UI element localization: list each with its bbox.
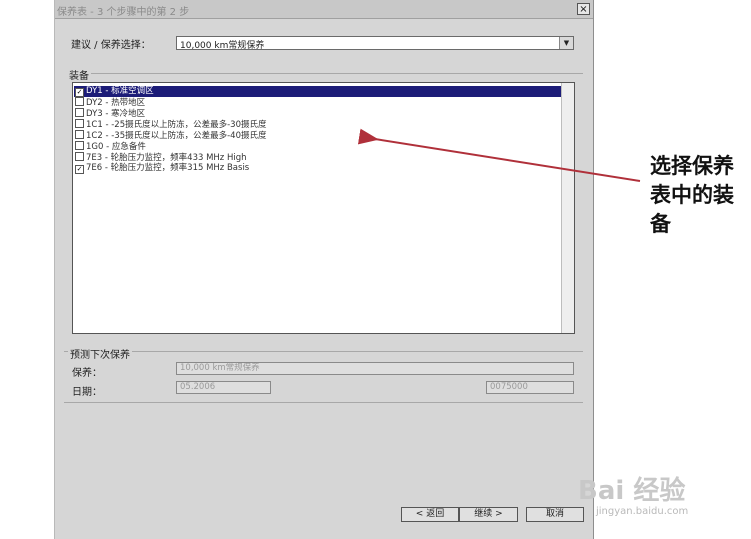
date-label: 日期： xyxy=(72,387,102,398)
checkbox[interactable] xyxy=(75,108,84,117)
suggestion-label: 建议 / 保养选择： xyxy=(71,40,151,51)
equipment-row[interactable]: DY3 - 寒冷地区 xyxy=(74,108,561,119)
equipment-row[interactable]: 7E3 - 轮胎压力监控，频率433 MHz High xyxy=(74,152,561,163)
equipment-label: 1G0 - 应急备件 xyxy=(86,142,146,152)
equipment-label: DY3 - 寒冷地区 xyxy=(86,109,146,119)
checkbox[interactable] xyxy=(75,97,84,106)
group-divider xyxy=(91,73,583,74)
equipment-row[interactable]: ✓ DY1 - 标准空调区 xyxy=(74,86,561,97)
group-divider xyxy=(64,351,583,352)
checkbox[interactable] xyxy=(75,119,84,128)
checkbox[interactable] xyxy=(75,130,84,139)
equipment-label: 7E3 - 轮胎压力监控，频率433 MHz High xyxy=(86,153,247,163)
equipment-group-label: 装备 xyxy=(69,71,89,82)
annotation-text: 选择保养表中的装备 xyxy=(650,154,734,236)
equipment-label: DY1 - 标准空调区 xyxy=(86,86,154,96)
equipment-label: DY2 - 热带地区 xyxy=(86,98,146,108)
service-label: 保养： xyxy=(72,368,102,379)
checkbox[interactable] xyxy=(75,152,84,161)
group-divider xyxy=(64,402,583,403)
equipment-row[interactable]: 1G0 - 应急备件 xyxy=(74,141,561,152)
title-bar: 保养表 - 3 个步骤中的第 2 步 × xyxy=(55,0,593,19)
checkbox[interactable] xyxy=(75,141,84,150)
equipment-label: 1C1 - -25摄氏度以上防冻，公差最多-30摄氏度 xyxy=(86,120,267,130)
window-title: 保养表 - 3 个步骤中的第 2 步 xyxy=(57,7,190,18)
watermark-brand: Bai 经验 xyxy=(578,476,686,506)
service-field: 10,000 km常规保养 xyxy=(176,362,574,375)
scrollbar[interactable] xyxy=(561,83,574,333)
equipment-label: 1C2 - -35摄氏度以上防冻，公差最多-40摄氏度 xyxy=(86,131,267,141)
suggestion-value: 10,000 km常规保养 xyxy=(180,41,265,51)
maintenance-dialog: 保养表 - 3 个步骤中的第 2 步 × 建议 / 保养选择： 10,000 k… xyxy=(54,0,594,539)
distance-field: 0075000 xyxy=(486,381,574,394)
watermark: Bai 经验 jingyan.baidu.com xyxy=(576,458,736,538)
equipment-list[interactable]: ✓ DY1 - 标准空调区 DY2 - 热带地区 DY3 - 寒冷地区 1C1 - -2… xyxy=(72,82,575,334)
next-button[interactable]: 继续 > xyxy=(459,507,518,522)
close-button[interactable]: × xyxy=(577,3,590,15)
equipment-row[interactable]: 1C2 - -35摄氏度以上防冻，公差最多-40摄氏度 xyxy=(74,130,561,141)
suggestion-dropdown[interactable]: 10,000 km常规保养 ▼ xyxy=(176,36,574,51)
checkbox[interactable]: ✓ xyxy=(75,165,84,174)
watermark-url: jingyan.baidu.com xyxy=(596,506,689,517)
checkbox[interactable]: ✓ xyxy=(75,88,84,97)
next-service-group-label: 预测下次保养 xyxy=(68,346,132,361)
chevron-down-icon[interactable]: ▼ xyxy=(559,37,573,49)
equipment-row[interactable]: DY2 - 热带地区 xyxy=(74,97,561,108)
equipment-label: 7E6 - 轮胎压力监控，频率315 MHz Basis xyxy=(86,163,250,173)
date-field: 05.2006 xyxy=(176,381,271,394)
equipment-row[interactable]: 1C1 - -25摄氏度以上防冻，公差最多-30摄氏度 xyxy=(74,119,561,130)
equipment-row[interactable]: ✓ 7E6 - 轮胎压力监控，频率315 MHz Basis xyxy=(74,163,561,174)
back-button[interactable]: < 返回 xyxy=(401,507,459,522)
